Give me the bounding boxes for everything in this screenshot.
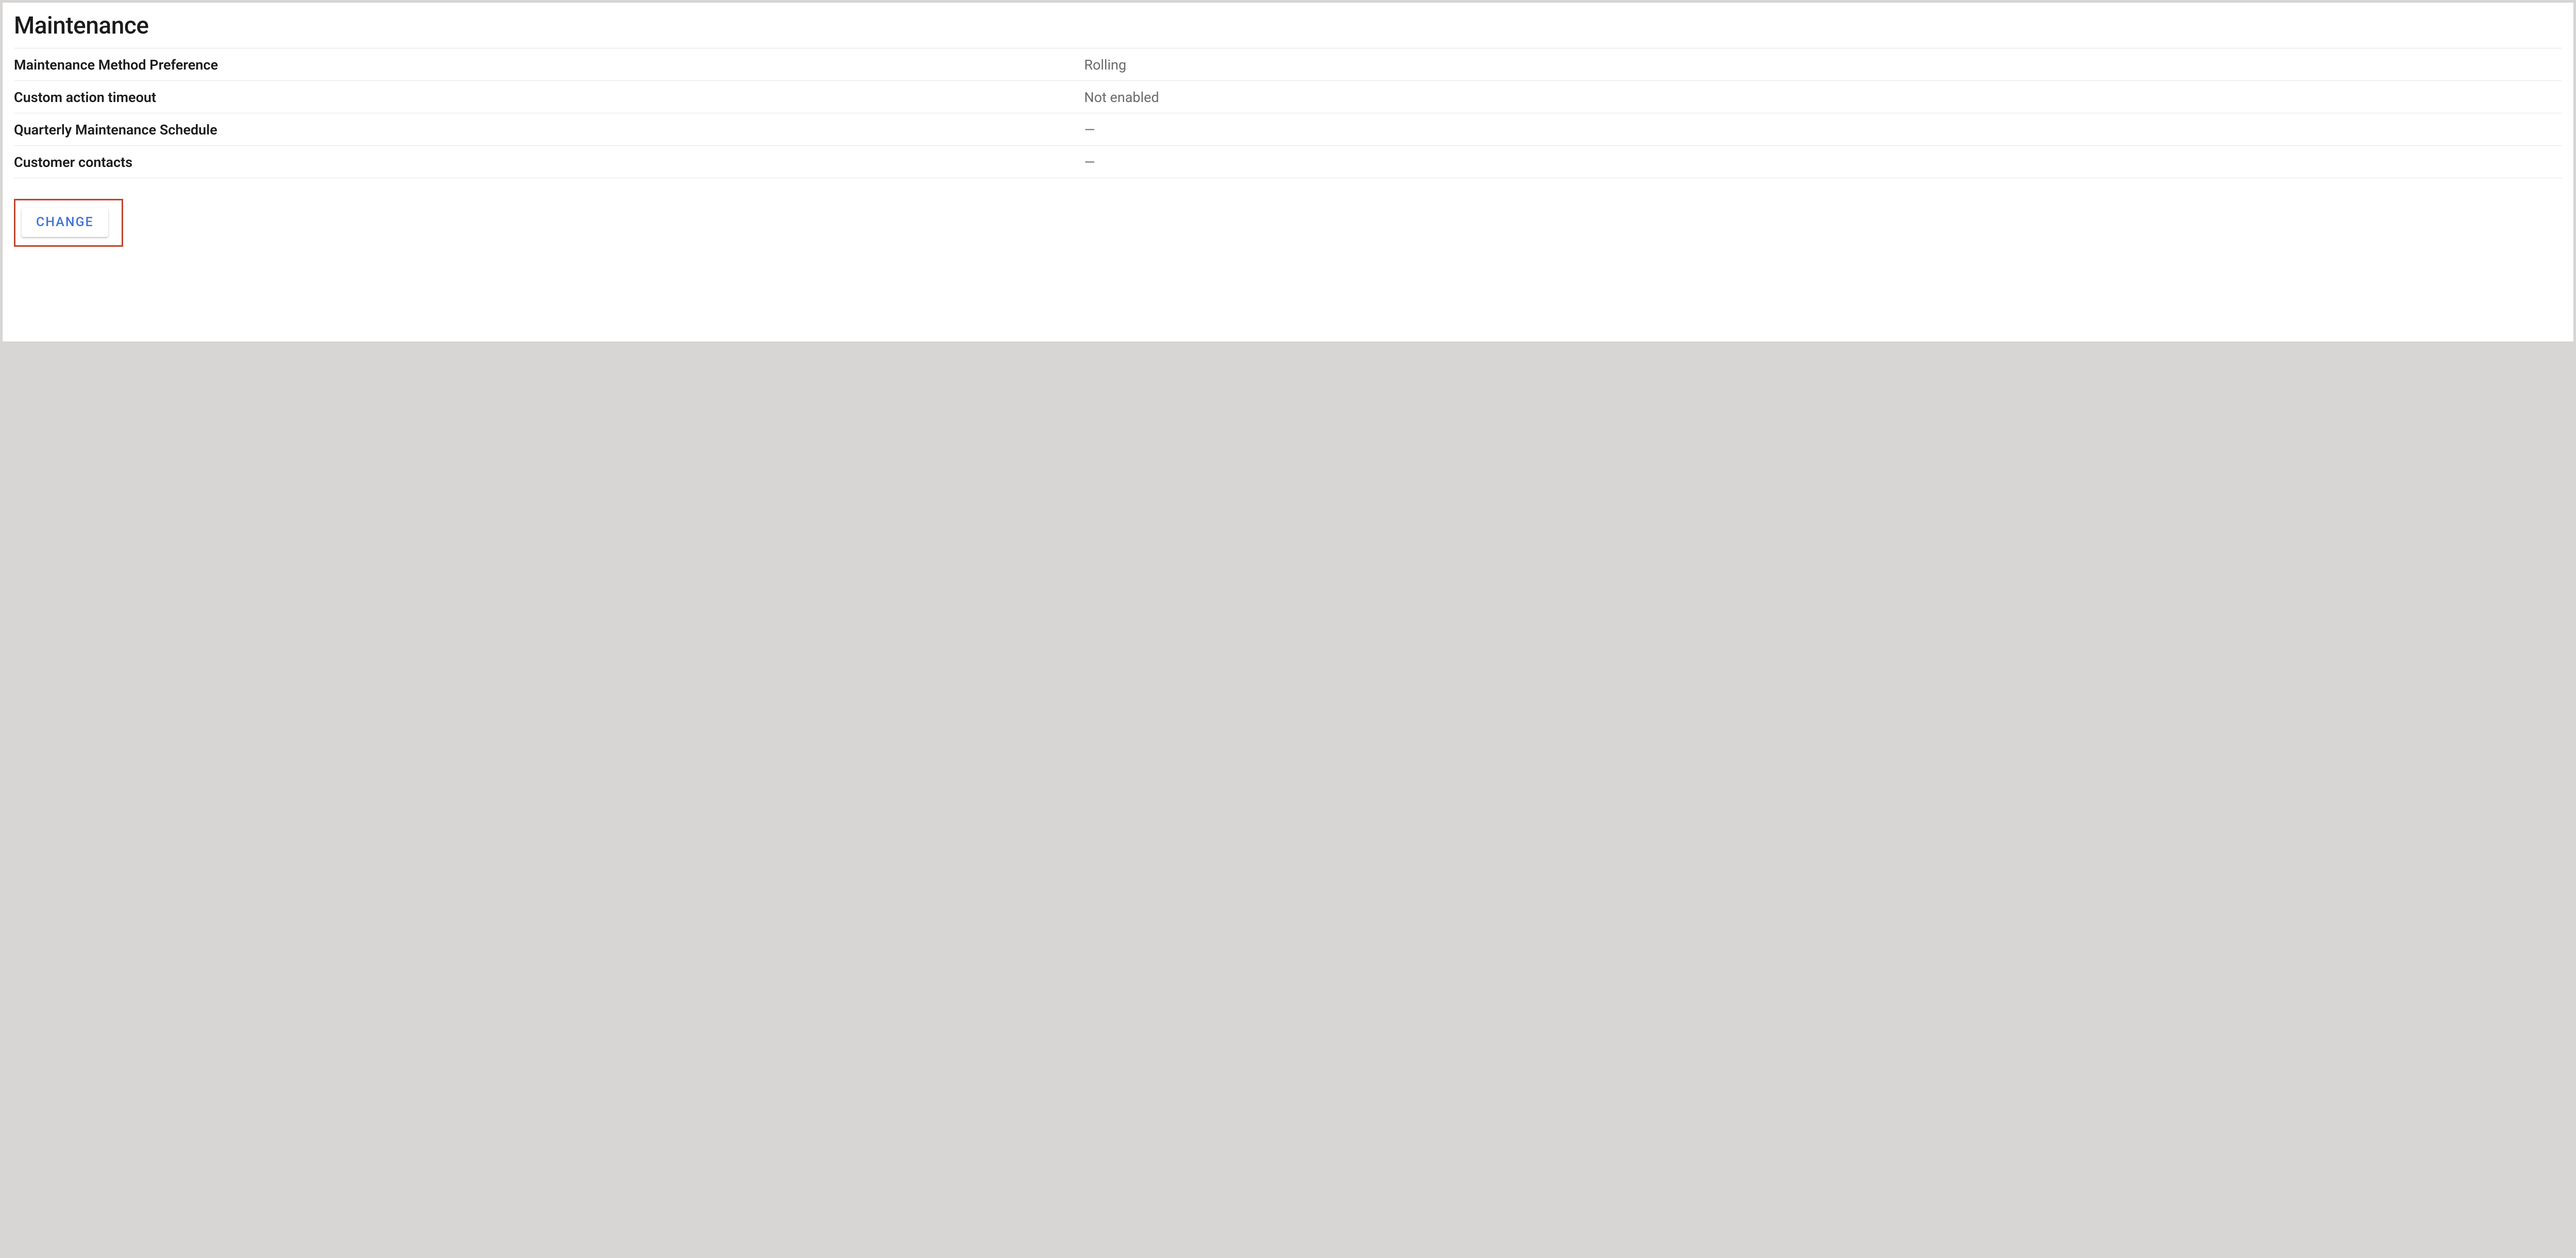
setting-row: Maintenance Method Preference Rolling bbox=[14, 48, 2562, 81]
setting-row: Custom action timeout Not enabled bbox=[14, 81, 2562, 113]
setting-label-customer-contacts: Customer contacts bbox=[14, 154, 1084, 171]
setting-label-quarterly-schedule: Quarterly Maintenance Schedule bbox=[14, 122, 1084, 138]
setting-value-customer-contacts: — bbox=[1084, 154, 2562, 171]
setting-label-custom-action-timeout: Custom action timeout bbox=[14, 89, 1084, 106]
section-title: Maintenance bbox=[14, 12, 2562, 40]
highlight-annotation: CHANGE bbox=[14, 199, 123, 247]
setting-value-custom-action-timeout: Not enabled bbox=[1084, 89, 2562, 106]
setting-value-method-preference: Rolling bbox=[1084, 57, 2562, 73]
settings-rows: Maintenance Method Preference Rolling Cu… bbox=[14, 48, 2562, 178]
change-button[interactable]: CHANGE bbox=[22, 208, 108, 237]
setting-value-quarterly-schedule: — bbox=[1084, 122, 2562, 138]
setting-label-method-preference: Maintenance Method Preference bbox=[14, 57, 1084, 73]
actions-area: CHANGE bbox=[14, 199, 2562, 247]
setting-row: Customer contacts — bbox=[14, 146, 2562, 178]
maintenance-panel: Maintenance Maintenance Method Preferenc… bbox=[2, 2, 2574, 342]
setting-row: Quarterly Maintenance Schedule — bbox=[14, 113, 2562, 146]
